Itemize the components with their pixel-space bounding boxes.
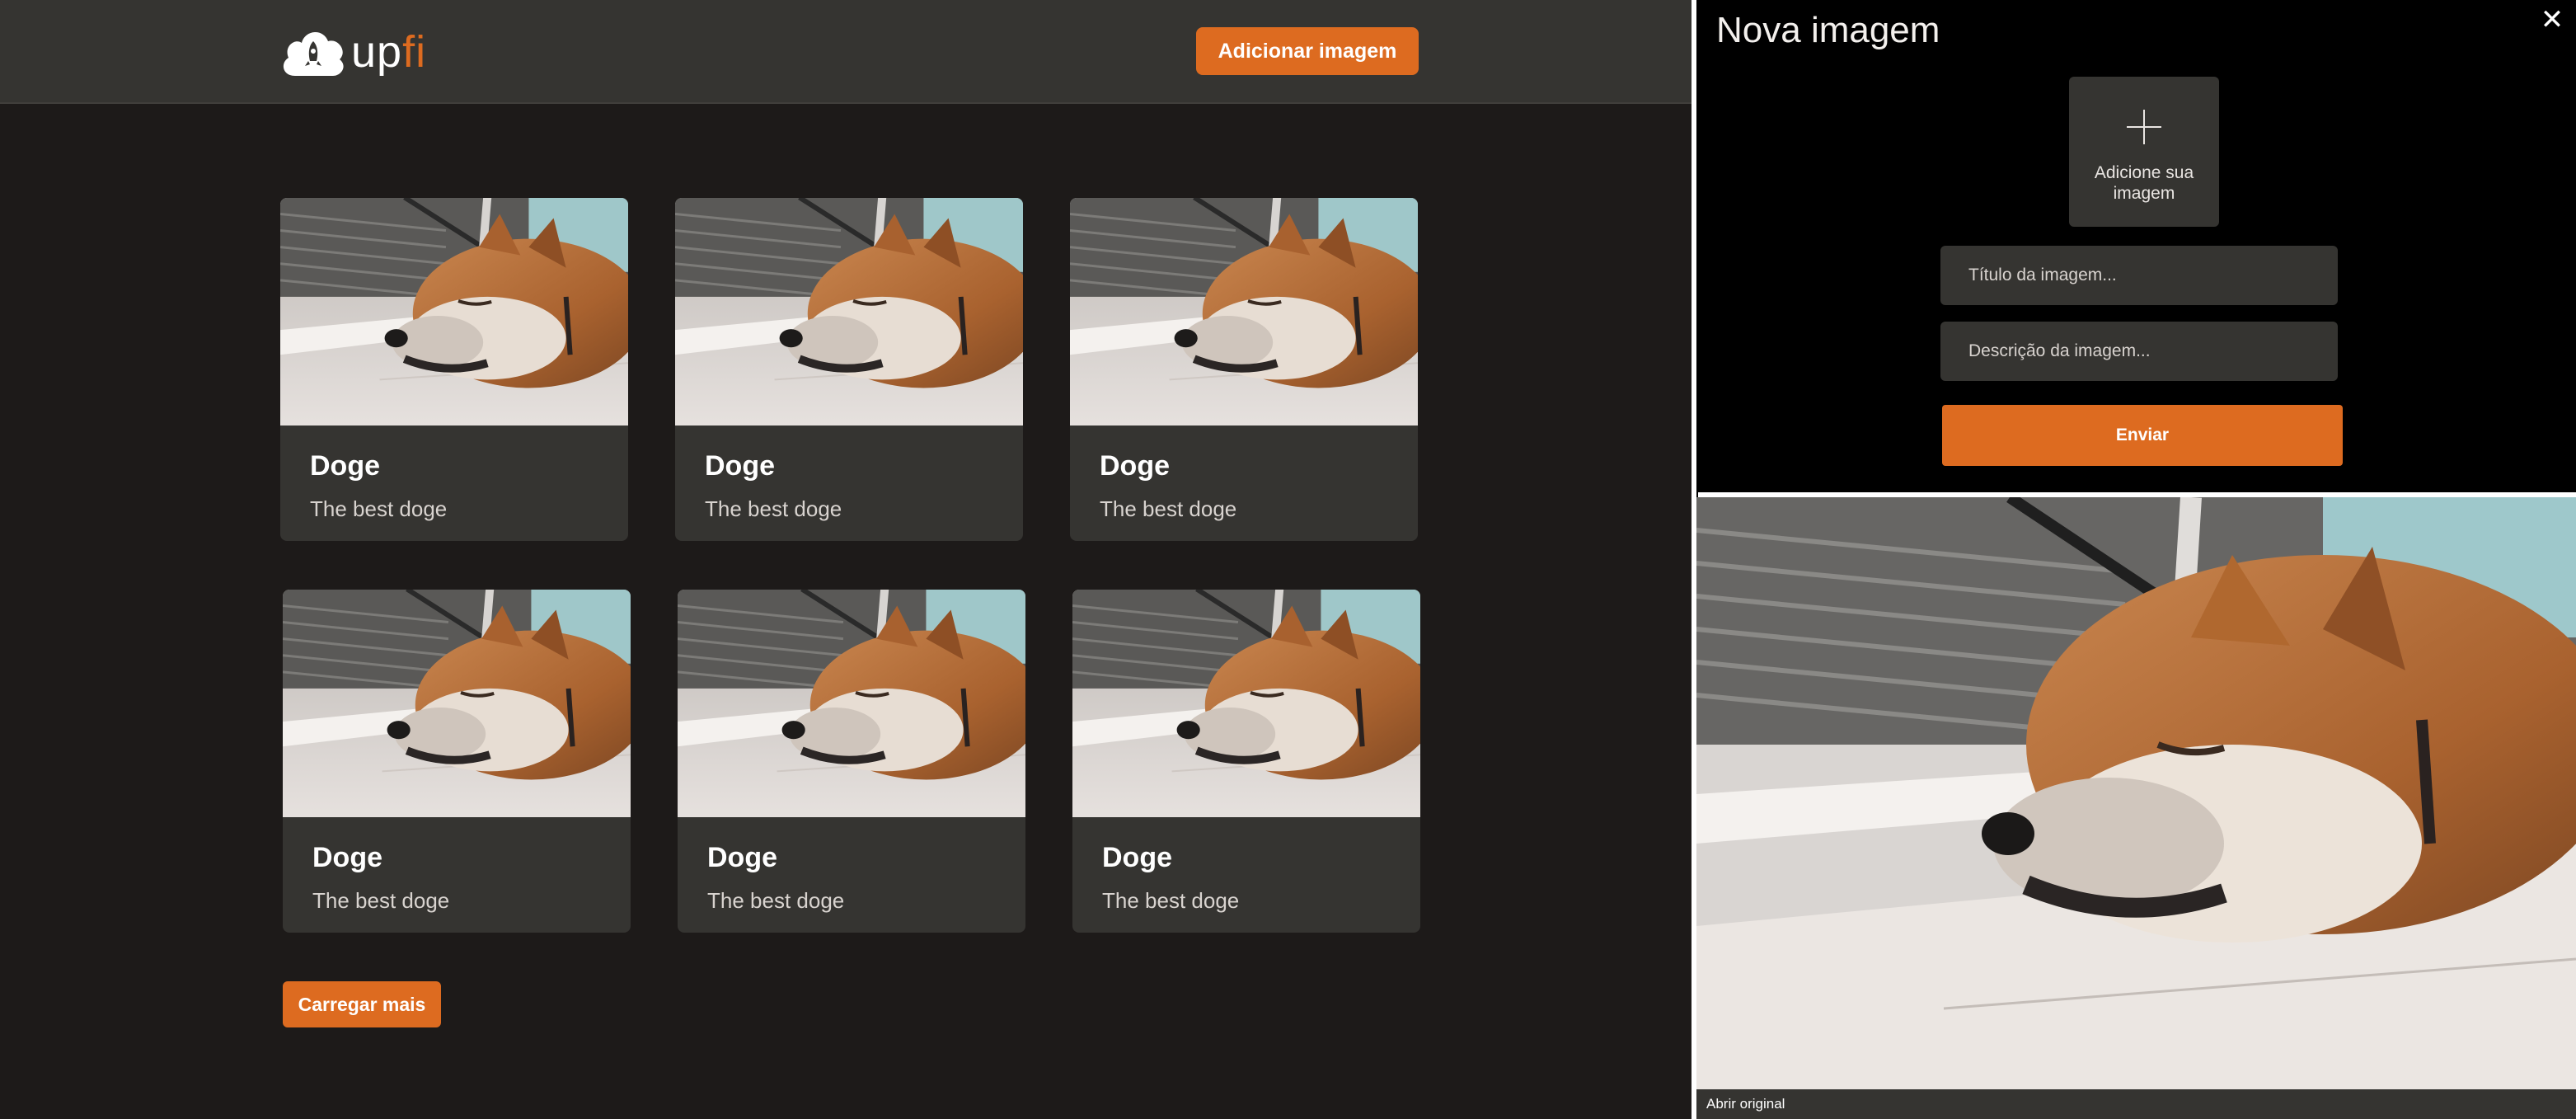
card-image[interactable] (280, 198, 628, 426)
upload-label: Adicione sua imagem (2094, 163, 2194, 203)
logo-text: upfi (351, 30, 426, 74)
image-description-input[interactable] (1940, 322, 2338, 381)
card-description: The best doge (705, 496, 842, 521)
card-image[interactable] (283, 590, 631, 817)
image-card[interactable]: Doge The best doge (675, 198, 1023, 541)
cloud-rocket-icon (280, 26, 346, 78)
card-description: The best doge (312, 888, 450, 913)
load-more-button[interactable]: Carregar mais (283, 981, 441, 1027)
card-description: The best doge (1102, 888, 1240, 913)
image-card[interactable]: Doge The best doge (1070, 198, 1418, 541)
new-image-panel: Nova imagem ✕ Adicione sua imagem Enviar (1696, 0, 2576, 1119)
card-title: Doge (707, 842, 777, 873)
top-header: upfi Adicionar imagem (0, 0, 1692, 104)
card-title: Doge (310, 450, 380, 482)
image-card[interactable]: Doge The best doge (280, 198, 628, 541)
image-preview (1696, 497, 2576, 1089)
gallery-app: upfi Adicionar imagem Doge The best doge… (0, 0, 1692, 1119)
card-title: Doge (705, 450, 775, 482)
card-image[interactable] (1070, 198, 1418, 426)
submit-button[interactable]: Enviar (1942, 405, 2343, 466)
close-icon[interactable]: ✕ (2537, 5, 2567, 35)
open-original-link[interactable]: Abrir original (1706, 1096, 1785, 1112)
preview-footer: Abrir original (1696, 1089, 2576, 1119)
image-card[interactable]: Doge The best doge (283, 590, 631, 933)
card-description: The best doge (1100, 496, 1237, 521)
logo-text-accent: fi (402, 27, 427, 77)
logo-text-main: up (351, 27, 403, 77)
logo: upfi (280, 25, 426, 79)
card-title: Doge (312, 842, 382, 873)
card-image[interactable] (678, 590, 1025, 817)
card-description: The best doge (310, 496, 448, 521)
card-image[interactable] (1072, 590, 1420, 817)
image-card[interactable]: Doge The best doge (1072, 590, 1420, 933)
card-image[interactable] (675, 198, 1023, 426)
image-title-input[interactable] (1940, 246, 2338, 305)
panel-title: Nova imagem (1716, 10, 1940, 50)
image-card[interactable]: Doge The best doge (678, 590, 1025, 933)
add-image-button[interactable]: Adicionar imagem (1196, 27, 1419, 75)
card-title: Doge (1102, 842, 1172, 873)
image-upload-dropzone[interactable]: Adicione sua imagem (2069, 77, 2219, 227)
card-description: The best doge (707, 888, 845, 913)
card-title: Doge (1100, 450, 1170, 482)
plus-icon (2127, 110, 2161, 144)
